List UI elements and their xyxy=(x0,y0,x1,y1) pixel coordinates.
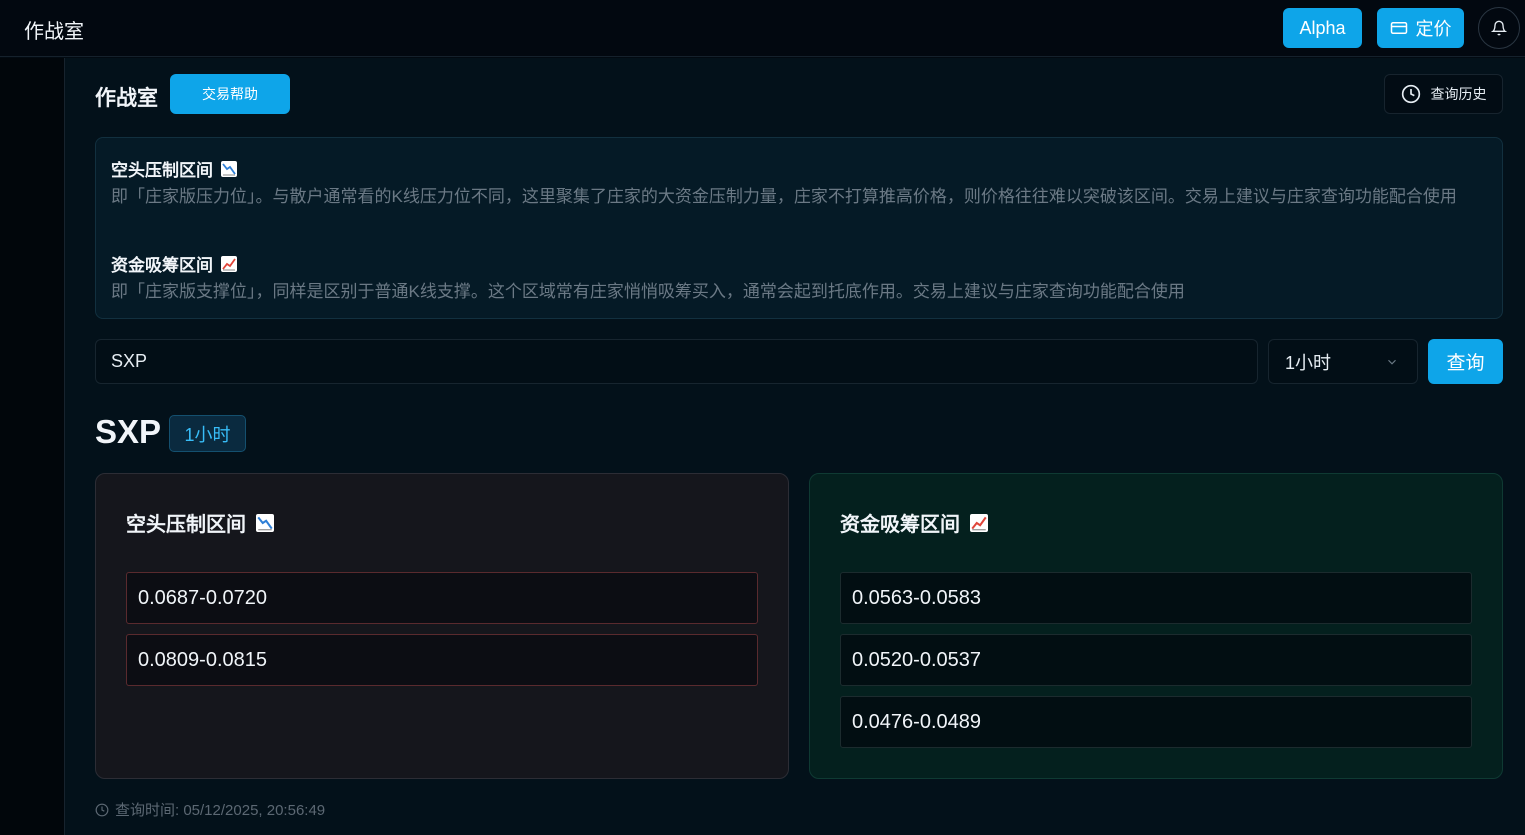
resistance-explanation-title: 空头压制区间 xyxy=(111,156,237,181)
resistance-zone-item: 0.0809-0.0815 xyxy=(126,634,758,686)
bell-icon xyxy=(1491,20,1507,36)
query-timestamp-text: 查询时间: 05/12/2025, 20:56:49 xyxy=(115,802,326,819)
chevron-down-icon xyxy=(1385,355,1399,369)
support-explanation-text: 即「庄家版支撑位」，同样是区别于普通K线支撑。这个区域常有庄家悄悄吸筹买入，通常… xyxy=(111,282,1185,301)
query-history-label: 查询历史 xyxy=(1430,86,1487,102)
clock-icon xyxy=(1401,84,1421,104)
alpha-button-label: Alpha xyxy=(1299,17,1346,38)
alpha-button[interactable]: Alpha xyxy=(1283,8,1362,48)
trading-help-button[interactable]: 交易帮助 xyxy=(170,74,290,114)
notifications-button[interactable] xyxy=(1478,7,1520,49)
zone-explanation-panel: 空头压制区间 即「庄家版压力位」。与散户通常看的K线压力位不同，这里聚集了庄家的… xyxy=(95,137,1503,319)
chart-increasing-icon xyxy=(970,513,988,532)
resistance-zone-title: 空头压制区间 xyxy=(126,508,274,537)
symbol-search-input[interactable] xyxy=(95,339,1258,384)
page-title: 作战室 xyxy=(95,87,158,110)
pricing-button[interactable]: 定价 xyxy=(1377,8,1464,48)
timeframe-select-value: 1小时 xyxy=(1285,352,1332,373)
chart-decreasing-icon xyxy=(256,513,274,532)
pricing-button-label: 定价 xyxy=(1415,19,1452,39)
result-symbol: SXP xyxy=(95,413,162,450)
resistance-zone-card: 空头压制区间 0.0687-0.0720 0.0809-0.0815 xyxy=(95,473,789,779)
support-zone-list: 0.0563-0.0583 0.0520-0.0537 0.0476-0.048… xyxy=(840,572,1472,758)
clock-icon xyxy=(95,803,109,817)
result-timeframe-badge: 1小时 xyxy=(169,415,246,452)
chart-increasing-icon xyxy=(221,255,237,272)
resistance-zone-item: 0.0687-0.0720 xyxy=(126,572,758,624)
support-zone-card: 资金吸筹区间 0.0563-0.0583 0.0520-0.0537 0.047… xyxy=(809,473,1503,779)
support-zone-item: 0.0563-0.0583 xyxy=(840,572,1472,624)
support-zone-item: 0.0520-0.0537 xyxy=(840,634,1472,686)
support-zone-title: 资金吸筹区间 xyxy=(840,508,988,537)
top-bar: 作战室 Alpha 定价 xyxy=(0,0,1525,57)
support-zone-item: 0.0476-0.0489 xyxy=(840,696,1472,748)
support-explanation-title: 资金吸筹区间 xyxy=(111,251,237,276)
resistance-zone-list: 0.0687-0.0720 0.0809-0.0815 xyxy=(126,572,758,696)
query-button[interactable]: 查询 xyxy=(1428,339,1503,384)
query-history-button[interactable]: 查询历史 xyxy=(1384,74,1503,114)
query-timestamp: 查询时间: 05/12/2025, 20:56:49 xyxy=(95,799,325,820)
app-title: 作战室 xyxy=(24,21,84,43)
sidebar xyxy=(0,58,65,835)
credit-card-icon xyxy=(1390,19,1408,37)
timeframe-select[interactable]: 1小时 xyxy=(1268,339,1418,384)
resistance-explanation-text: 即「庄家版压力位」。与散户通常看的K线压力位不同，这里聚集了庄家的大资金压制力量… xyxy=(111,187,1457,206)
chart-decreasing-icon xyxy=(221,160,237,177)
